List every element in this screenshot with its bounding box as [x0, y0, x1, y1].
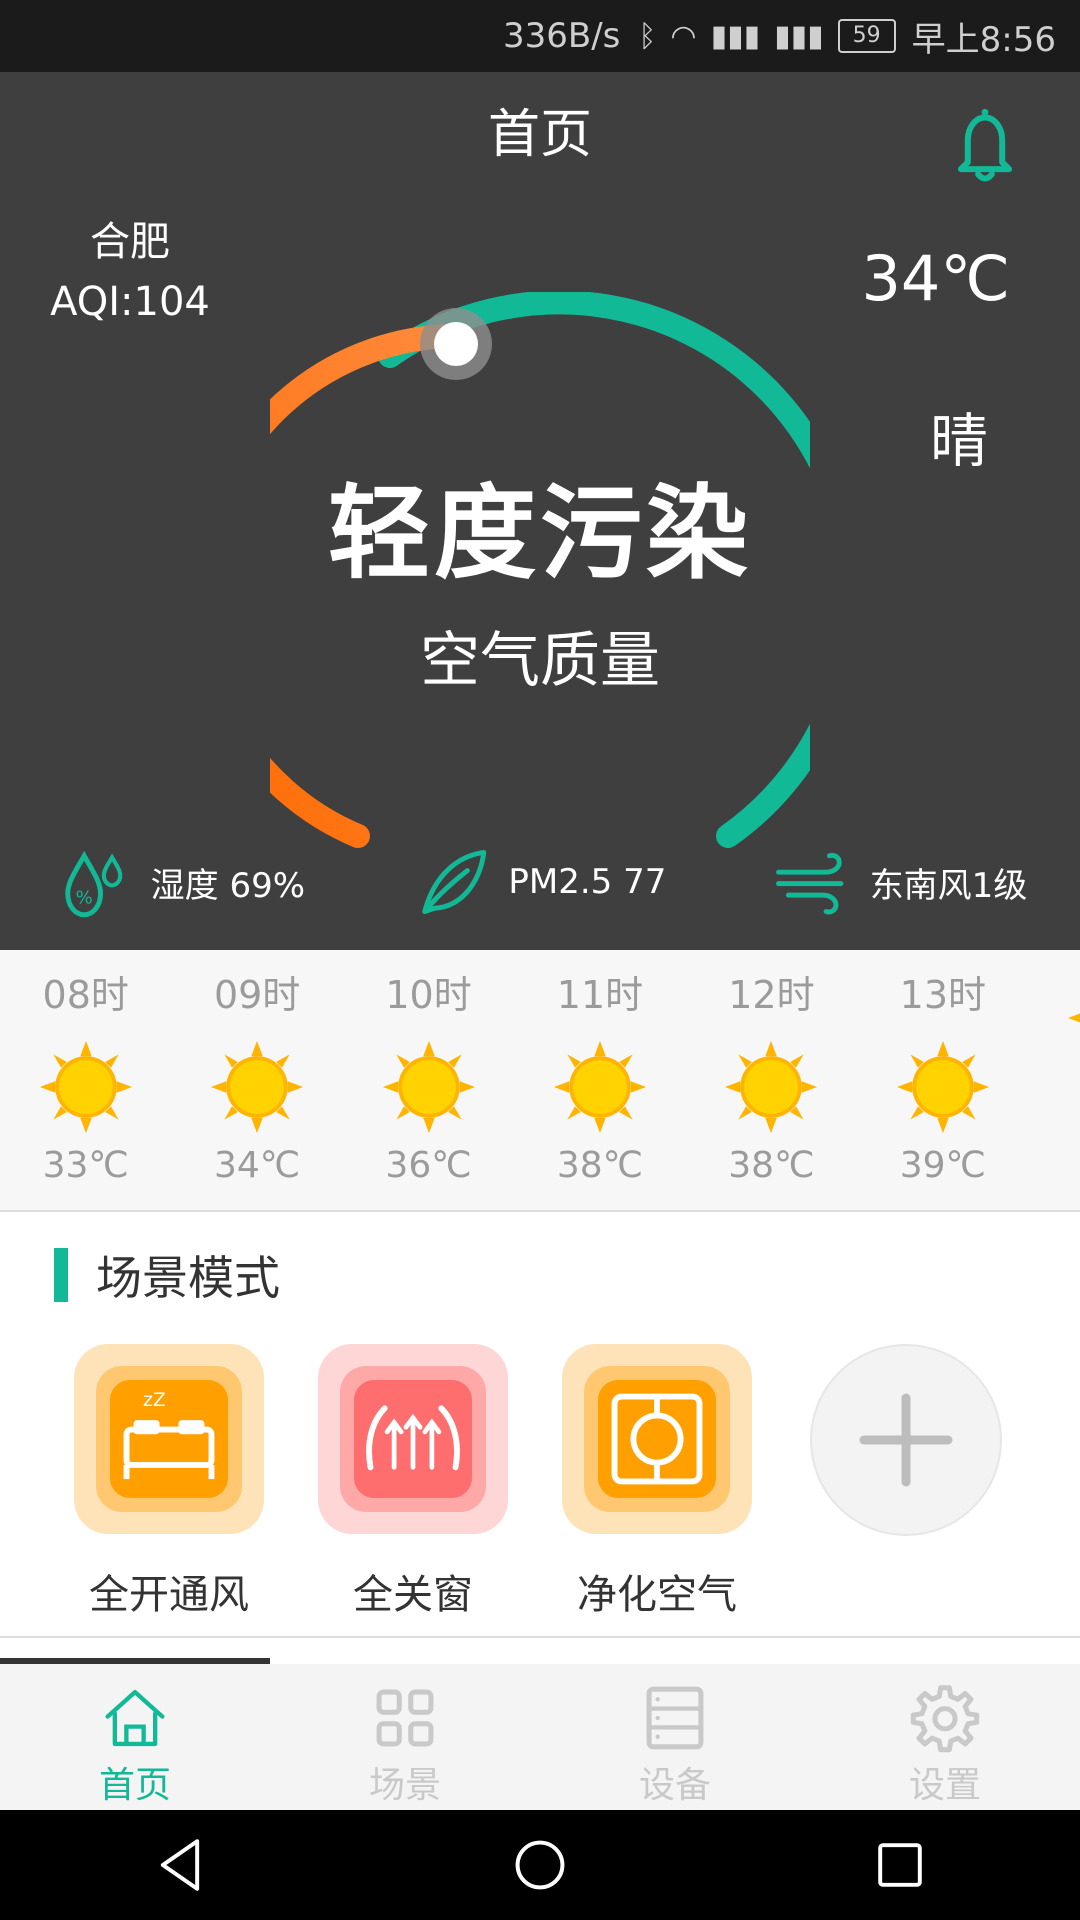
- add-scene-button[interactable]: [810, 1344, 1002, 1536]
- scene-purify-air[interactable]: 净化空气: [562, 1344, 752, 1620]
- scene-label: 净化空气: [577, 1572, 737, 1618]
- section-accent-bar: [54, 1248, 68, 1302]
- home-icon: [105, 1689, 165, 1747]
- page-title: 首页: [487, 105, 592, 165]
- hour-temp: 39℃: [899, 1145, 986, 1186]
- hour-time: 11时: [556, 973, 644, 1017]
- wind-icon: [775, 852, 844, 915]
- nav-label: 设置: [908, 1765, 981, 1806]
- wifi-icon: ◠: [670, 18, 697, 54]
- weather-stats: % 湿度 69% PM2.5 77 东南风1级: [0, 832, 1080, 932]
- home-button-icon[interactable]: [507, 1832, 573, 1898]
- wind-stat: 东南风1级: [772, 841, 1028, 923]
- system-navigation-bar: [0, 1810, 1080, 1920]
- sun-icon: [211, 1040, 304, 1134]
- hour-item: 09时 34℃: [171, 950, 342, 1210]
- hour-time: 13时: [899, 973, 986, 1017]
- hour-temp: 34℃: [214, 1145, 301, 1186]
- hour-temp: 33℃: [42, 1145, 129, 1186]
- back-icon[interactable]: [147, 1832, 213, 1898]
- nav-label: 首页: [98, 1765, 171, 1806]
- humidity-icon: %: [64, 850, 122, 918]
- sun-icon: [896, 1040, 989, 1134]
- wind-value: 东南风1级: [869, 865, 1028, 906]
- pm25-value: PM2.5 77: [508, 862, 667, 902]
- clock: 早上8:56: [911, 19, 1056, 60]
- nav-device[interactable]: 设备: [540, 1664, 810, 1810]
- scene-label: 全关窗: [353, 1572, 473, 1618]
- sun-icon: [725, 1040, 818, 1134]
- hourly-forecast[interactable]: 08时 33℃ 09时 34℃ 10时 36℃ 11时 38℃ 12时 38℃ …: [0, 950, 1080, 1212]
- scene-title: 场景模式: [96, 1251, 280, 1305]
- heat-flow-icon: [318, 1344, 508, 1534]
- scene-mode-section: 场景模式 zZ 全开通风 全关窗 净化空气: [0, 1212, 1080, 1638]
- hour-item: 10时 36℃: [343, 950, 514, 1210]
- air-quality-label: 空气质量: [420, 626, 660, 696]
- nav-label: 设备: [638, 1765, 711, 1806]
- gear-icon: [910, 1685, 980, 1753]
- scene-list: zZ 全开通风 全关窗 净化空气: [74, 1344, 752, 1620]
- humidity-value: 湿度 69%: [150, 865, 306, 906]
- scene-full-open[interactable]: zZ 全开通风: [74, 1344, 264, 1620]
- hour-temp: 38℃: [728, 1145, 815, 1186]
- hour-item: 11时 38℃: [514, 950, 685, 1210]
- hour-item: 08时 33℃: [0, 950, 171, 1210]
- hour-temp: 38℃: [556, 1145, 644, 1186]
- scene-header: 场景模式: [54, 1242, 280, 1308]
- device-icon: [646, 1686, 704, 1750]
- nav-home[interactable]: 首页: [0, 1664, 270, 1810]
- humidity-stat: % 湿度 69%: [53, 841, 305, 923]
- plus-icon: [859, 1393, 953, 1487]
- aqi-value: AQI:104: [50, 279, 210, 325]
- nav-settings[interactable]: 设置: [810, 1664, 1080, 1810]
- bluetooth-icon: ᛒ: [638, 18, 657, 54]
- network-speed: 336B/s: [503, 16, 621, 56]
- pm25-stat: PM2.5 77: [410, 841, 666, 923]
- hour-item: 13时 39℃: [857, 950, 1028, 1210]
- sun-icon: [1068, 1013, 1080, 1023]
- pollution-level: 轻度污染: [328, 475, 752, 594]
- hour-time: 08时: [42, 973, 129, 1017]
- nav-label: 场景: [368, 1765, 441, 1806]
- leaf-icon: [422, 850, 487, 914]
- hero-panel: 首页 合肥 AQI:104 34℃ 晴 轻度污染 空气质量 % 湿度 69% P…: [0, 72, 1080, 950]
- purifier-icon: [562, 1344, 752, 1534]
- city-block: 合肥 AQI:104: [40, 212, 220, 332]
- bell-icon[interactable]: [942, 102, 1028, 188]
- hour-time: 12时: [728, 973, 815, 1017]
- hour-item: 12时 38℃: [686, 950, 857, 1210]
- battery-indicator: 59: [837, 19, 896, 53]
- bed-icon: zZ: [74, 1344, 264, 1534]
- nav-indicator: [0, 1658, 270, 1664]
- hour-temp: 36℃: [385, 1145, 472, 1186]
- recents-icon[interactable]: [867, 1832, 933, 1898]
- nav-scene[interactable]: 场景: [270, 1664, 540, 1810]
- sun-icon: [39, 1040, 132, 1134]
- scene-close-windows[interactable]: 全关窗: [318, 1344, 508, 1620]
- hour-time: 10时: [385, 973, 472, 1017]
- city-name: 合肥: [90, 219, 170, 265]
- hour-time: 09时: [213, 973, 301, 1017]
- signal-icon: ▮▮▮: [710, 18, 761, 54]
- hourly-row: 08时 33℃ 09时 34℃ 10时 36℃ 11时 38℃ 12时 38℃ …: [0, 950, 1080, 1210]
- scene-label: 全开通风: [89, 1572, 249, 1618]
- current-temperature: 34℃: [861, 242, 1010, 315]
- hour-item-partial: [1029, 950, 1080, 1210]
- status-bar: 336B/s ᛒ ◠ ▮▮▮ ▮▮▮ 59 早上8:56: [0, 0, 1080, 72]
- svg-text:zZ: zZ: [143, 1389, 166, 1411]
- sun-icon: [553, 1040, 647, 1134]
- signal-icon-2: ▮▮▮: [774, 18, 824, 54]
- sun-icon: [382, 1040, 475, 1134]
- grid-icon: [376, 1689, 434, 1747]
- svg-text:%: %: [75, 887, 92, 908]
- bottom-navigation: 首页 场景 设备 设置: [0, 1658, 1080, 1810]
